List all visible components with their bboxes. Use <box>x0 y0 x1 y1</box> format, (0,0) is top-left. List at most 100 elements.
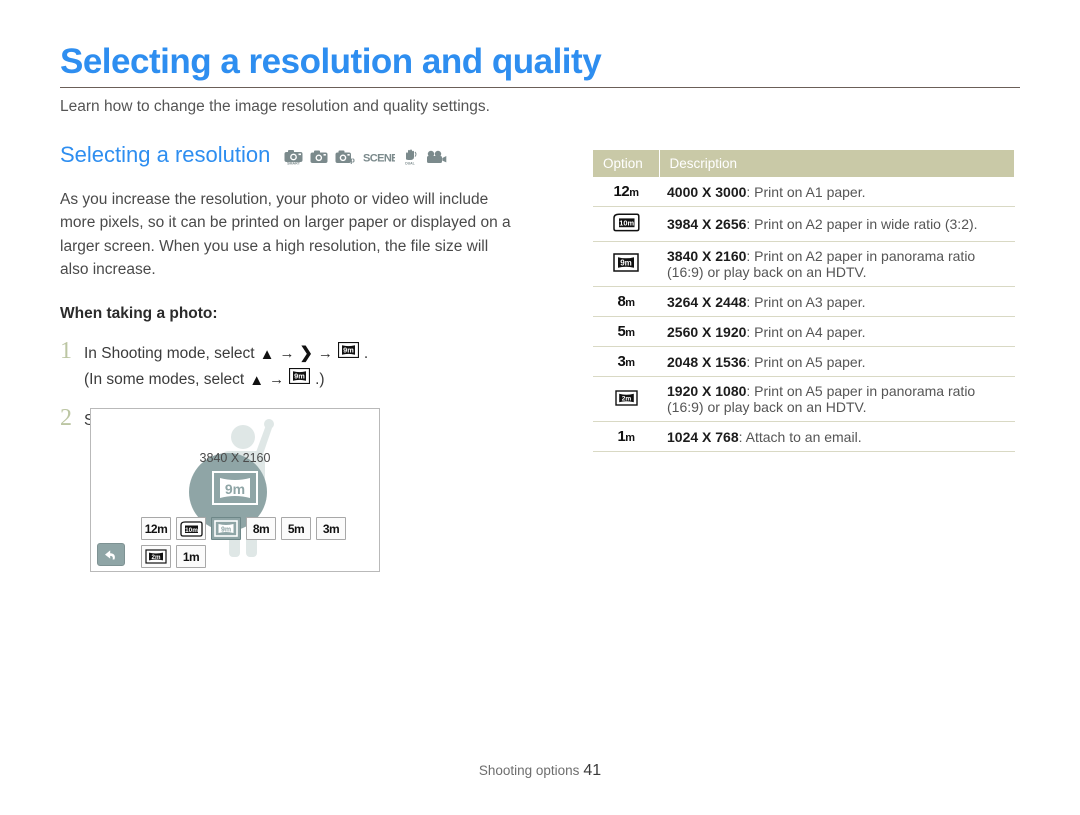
section-title: Selecting a resolution <box>60 142 271 167</box>
dimension-value: 3264 X 2448 <box>667 293 747 310</box>
resolution-8m-icon: 8m <box>617 293 635 310</box>
step-1: 1 In Shooting mode, select ▲ → ❯ → 9m . … <box>60 338 560 392</box>
description-text: : Print on A5 paper in panorama ratio <box>746 383 976 399</box>
up-triangle-icon: ▲ <box>249 371 265 389</box>
step-1-body: In Shooting mode, select ▲ → ❯ → 9m . (I… <box>84 339 368 392</box>
arrow-icon: → <box>317 345 333 363</box>
resolution-12m-icon: 12m <box>613 183 639 200</box>
table-row: 3m 2048 X 1536: Print on A5 paper. <box>593 346 1015 377</box>
table-cell-option: 8m <box>593 286 659 317</box>
svg-text:SCENE: SCENE <box>363 152 395 164</box>
arrow-icon: → <box>269 371 285 389</box>
svg-text:9m: 9m <box>343 346 354 355</box>
dimension-value: 1920 X 1080 <box>667 383 747 399</box>
manual-page: Selecting a resolution and quality Learn… <box>0 0 1080 815</box>
svg-text:DUAL: DUAL <box>406 162 415 165</box>
table-row: 5m 2560 X 1920: Print on A4 paper. <box>593 316 1015 347</box>
description-text: : Print on A3 paper. <box>746 293 866 310</box>
table-cell-description: 3984 X 2656: Print on A2 paper in wide r… <box>659 206 1015 242</box>
dimension-value: 3840 X 2160 <box>667 248 747 264</box>
svg-text:9m: 9m <box>225 481 245 497</box>
step-1-line1-text: In Shooting mode, select <box>84 345 255 362</box>
dimension-value: 3984 X 2656 <box>667 216 747 232</box>
resolution-button-row-2: 2m 1m <box>141 545 206 568</box>
table-cell-description: 4000 X 3000: Print on A1 paper. <box>659 177 1015 207</box>
description-text: : Print on A2 paper in wide ratio (3:2). <box>746 216 978 232</box>
description-text: : Print on A1 paper. <box>746 183 866 200</box>
step-1-number: 1 <box>60 338 72 364</box>
title-divider <box>60 86 1020 88</box>
resolution-10m-icon: 10m <box>613 213 640 232</box>
resolution-button-5m[interactable]: 5m <box>281 517 311 540</box>
dual-is-icon: DUAL <box>402 148 419 165</box>
table-cell-description: 2048 X 1536: Print on A5 paper. <box>659 346 1015 377</box>
resolution-button-1m-label: 1m <box>182 549 200 564</box>
svg-text:2m: 2m <box>152 554 161 561</box>
back-arrow-icon <box>105 549 115 559</box>
table-row: 8m 3264 X 2448: Print on A3 paper. <box>593 286 1015 317</box>
description-text: : Print on A5 paper. <box>746 353 866 370</box>
resolution-9m-icon: 9m <box>613 253 639 272</box>
resolution-button-1m[interactable]: 1m <box>176 545 206 568</box>
dimension-value: 2048 X 1536 <box>667 353 747 370</box>
table-row: 10m 3984 X 2656: Print on A2 paper in wi… <box>593 206 1015 242</box>
mode-icon-list: SMART p SCENE DUAL <box>284 148 447 165</box>
movie-camera-icon <box>426 150 447 164</box>
table-row: 9m 3840 X 2160: Print on A2 paper in pan… <box>593 241 1015 287</box>
camera-screen-illustration: 3840 X 2160 9m 12m 10m 9m 8m 5m 3m 2m 1m <box>90 408 380 572</box>
page-number: 41 <box>583 762 602 779</box>
table-cell-option: 5m <box>593 316 659 347</box>
svg-text:9m: 9m <box>221 526 231 533</box>
svg-text:2m: 2m <box>621 395 631 402</box>
options-table: Option Description 12m 4000 X 3000: Prin… <box>593 150 1015 452</box>
resolution-9m-icon: 9m <box>288 367 311 392</box>
table-cell-option: 12m <box>593 177 659 207</box>
table-cell-description: 3840 X 2160: Print on A2 paper in panora… <box>659 241 1015 287</box>
resolution-9m-icon: 9m <box>337 341 359 366</box>
table-cell-option: 9m <box>593 241 659 287</box>
table-cell-description: 2560 X 1920: Print on A4 paper. <box>659 316 1015 347</box>
resolution-button-9m[interactable]: 9m <box>211 517 241 540</box>
section-body-text: As you increase the resolution, your pho… <box>60 191 511 278</box>
description-text-line2: (16:9) or play back on an HDTV. <box>667 399 867 415</box>
table-cell-option: 1m <box>593 421 659 452</box>
table-header-description: Description <box>659 150 1015 177</box>
resolution-button-8m[interactable]: 8m <box>246 517 276 540</box>
resolution-5m-icon: 5m <box>617 323 635 340</box>
camera-program-icon: p <box>335 150 356 164</box>
resolution-button-3m-label: 3m <box>322 521 340 536</box>
resolution-1m-icon: 1m <box>617 428 635 445</box>
resolution-button-12m-label: 12m <box>144 521 168 536</box>
table-cell-option: 3m <box>593 346 659 377</box>
chevron-right-icon: ❯ <box>299 345 313 362</box>
table-row: 1m 1024 X 768: Attach to an email. <box>593 421 1015 452</box>
table-cell-description: 1024 X 768: Attach to an email. <box>659 421 1015 452</box>
table-header-row: Option Description <box>593 150 1015 177</box>
step-1-line2-tail: .) <box>315 371 325 389</box>
scene-icon: SCENE <box>363 150 395 164</box>
svg-text:10m: 10m <box>619 219 634 228</box>
svg-text:9m: 9m <box>620 259 632 268</box>
resolution-button-5m-label: 5m <box>287 521 305 536</box>
resolution-2m-icon: 2m <box>145 549 167 564</box>
table-cell-description: 1920 X 1080: Print on A5 paper in panora… <box>659 376 1015 422</box>
description-text: : Attach to an email. <box>738 428 862 445</box>
resolution-button-10m[interactable]: 10m <box>176 517 206 540</box>
resolution-button-2m[interactable]: 2m <box>141 545 171 568</box>
description-text-line2: (16:9) or play back on an HDTV. <box>667 264 867 280</box>
svg-text:p: p <box>351 155 356 163</box>
back-button[interactable] <box>97 543 125 566</box>
resolution-button-12m[interactable]: 12m <box>141 517 171 540</box>
step-1-line2-text: (In some modes, select <box>84 371 245 389</box>
camera-icon <box>310 150 328 164</box>
resolution-2m-icon: 2m <box>614 389 638 406</box>
up-triangle-icon: ▲ <box>259 345 275 363</box>
resolution-button-row-1: 12m 10m 9m 8m 5m 3m <box>141 517 346 540</box>
left-column: Selecting a resolution SMART p SCENE DUA… <box>60 140 560 439</box>
table-cell-option: 2m <box>593 376 659 422</box>
resolution-3m-icon: 3m <box>617 353 635 370</box>
smart-camera-icon: SMART <box>284 148 303 165</box>
resolution-9m-icon: 9m <box>214 520 238 537</box>
resolution-button-3m[interactable]: 3m <box>316 517 346 540</box>
page-footer: Shooting options 41 <box>0 762 1080 780</box>
